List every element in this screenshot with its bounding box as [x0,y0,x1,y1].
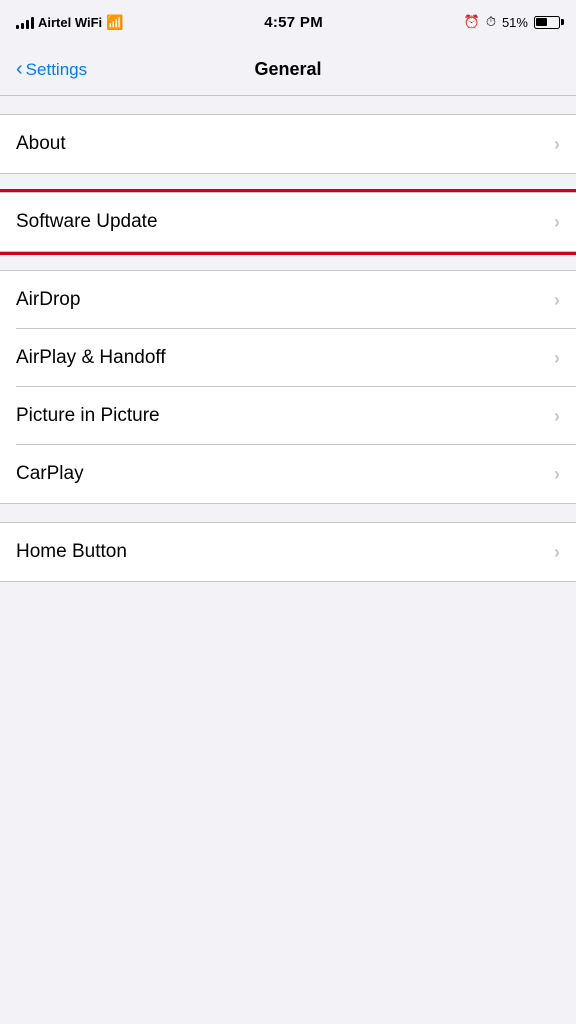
airplay-handoff-chevron-icon: › [554,349,560,367]
carrier-label: Airtel WiFi [38,15,102,30]
back-button[interactable]: ‹ Settings [8,52,95,88]
status-left: Airtel WiFi 📶 [16,14,124,31]
software-update-chevron-icon: › [554,213,560,231]
alarm-icon: ⏰ [464,14,480,30]
list-item-airdrop[interactable]: AirDrop › [0,271,576,329]
airplay-handoff-label: AirPlay & Handoff [16,347,166,369]
section-about: About › [0,114,576,174]
airdrop-chevron-icon: › [554,291,560,309]
picture-in-picture-chevron-icon: › [554,407,560,425]
battery-icon [534,16,560,29]
status-bar: Airtel WiFi 📶 4:57 PM ⏰ ⏱ 51% [0,0,576,44]
airdrop-label: AirDrop [16,289,80,311]
list-item-software-update[interactable]: Software Update › [0,193,576,251]
home-button-chevron-icon: › [554,543,560,561]
list-item-home-button[interactable]: Home Button › [0,523,576,581]
carplay-label: CarPlay [16,463,84,485]
wifi-icon: 📶 [106,14,123,31]
section-software-update: Software Update › [0,192,576,252]
list-item-carplay[interactable]: CarPlay › [0,445,576,503]
status-time: 4:57 PM [264,14,323,31]
software-update-label: Software Update [16,211,158,233]
picture-in-picture-label: Picture in Picture [16,405,160,427]
list-item-picture-in-picture[interactable]: Picture in Picture › [0,387,576,445]
carplay-chevron-icon: › [554,465,560,483]
home-button-label: Home Button [16,541,127,563]
section-connectivity: AirDrop › AirPlay & Handoff › Picture in… [0,270,576,504]
nav-bar: ‹ Settings General [0,44,576,96]
section-home-button: Home Button › [0,522,576,582]
list-item-airplay-handoff[interactable]: AirPlay & Handoff › [0,329,576,387]
battery-percent: 51% [502,15,528,30]
list-item-about[interactable]: About › [0,115,576,173]
back-label: Settings [26,60,87,80]
clock-icon: ⏱ [486,14,496,30]
back-chevron-icon: ‹ [16,59,23,79]
about-label: About [16,133,66,155]
status-right: ⏰ ⏱ 51% [464,14,560,30]
page-title: General [254,59,321,80]
signal-icon [16,15,34,29]
about-chevron-icon: › [554,135,560,153]
